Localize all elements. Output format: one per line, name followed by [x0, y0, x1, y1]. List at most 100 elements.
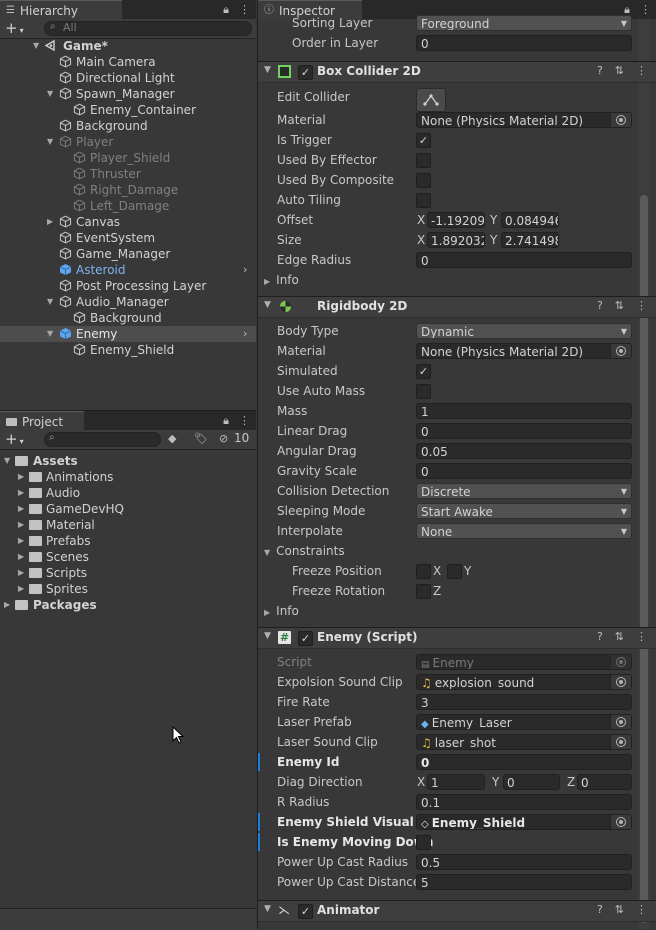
hierarchy-row[interactable]: Enemy_Container	[0, 102, 256, 118]
kebab-menu-icon[interactable]: ⋮	[636, 630, 647, 643]
constraints-foldout[interactable]: ▼ Constraints	[264, 542, 345, 560]
expanded-arrow-icon[interactable]: ▼	[47, 134, 53, 150]
sorting-layer-dropdown[interactable]: Foreground	[416, 15, 632, 31]
box-collider-info-foldout[interactable]: ▶ Info	[264, 271, 299, 289]
help-icon[interactable]: ?	[597, 630, 603, 643]
hierarchy-row[interactable]: Background	[0, 310, 256, 326]
fire-rate-input[interactable]: 3	[416, 694, 632, 710]
enemy-id-input[interactable]: 0	[416, 754, 632, 770]
collapsed-arrow-icon[interactable]: ▶	[18, 581, 24, 597]
hierarchy-row[interactable]: ▼ Enemy ›	[0, 326, 256, 342]
expanded-arrow-icon[interactable]: ▼	[4, 453, 10, 469]
help-icon[interactable]: ?	[597, 299, 603, 312]
size-x-input[interactable]: 1.892032	[427, 232, 485, 248]
hierarchy-row[interactable]: Enemy_Shield	[0, 342, 256, 358]
power-up-cast-distance-input[interactable]: 5	[416, 874, 632, 890]
project-folder-row[interactable]: ▶ Scenes	[0, 549, 256, 565]
hierarchy-row[interactable]: Thruster	[0, 166, 256, 182]
kebab-menu-icon[interactable]: ⋮	[636, 64, 647, 77]
rigidbody-info-foldout[interactable]: ▶ Info	[264, 602, 299, 620]
is-enemy-moving-down-checkbox[interactable]	[416, 835, 431, 850]
lock-icon[interactable]: 🔒︎	[223, 414, 229, 428]
box-collider-enabled-checkbox[interactable]: ✓	[298, 65, 313, 80]
collapsed-arrow-icon[interactable]: ▶	[18, 533, 24, 549]
help-icon[interactable]: ?	[597, 64, 603, 77]
order-in-layer-input[interactable]: 0	[416, 35, 632, 51]
kebab-menu-icon[interactable]: ⋮	[239, 414, 250, 427]
hierarchy-tab[interactable]: ☰ Hierarchy	[0, 0, 122, 20]
diag-y-input[interactable]: 0	[503, 774, 560, 790]
project-folder-row[interactable]: ▶ Sprites	[0, 581, 256, 597]
linear-drag-input[interactable]: 0	[416, 423, 632, 439]
preset-icon[interactable]: ⇅	[615, 903, 624, 916]
fold-arrow-icon[interactable]: ▼	[264, 904, 271, 914]
offset-x-input[interactable]: -1.19209	[427, 212, 485, 228]
project-tab[interactable]: Project	[0, 411, 84, 431]
fold-arrow-icon[interactable]: ▼	[264, 300, 271, 310]
used-by-composite-checkbox[interactable]	[416, 173, 431, 188]
collapsed-arrow-icon[interactable]: ▶	[18, 501, 24, 517]
laser-sound-field[interactable]: ♫ laser_shot	[416, 734, 632, 750]
enemy-script-enabled-checkbox[interactable]: ✓	[298, 631, 313, 646]
project-folder-row[interactable]: ▶ Prefabs	[0, 533, 256, 549]
freeze-position-x-checkbox[interactable]	[416, 564, 431, 579]
laser-prefab-field[interactable]: ◆ Enemy_Laser	[416, 714, 632, 730]
expanded-arrow-icon[interactable]: ▼	[47, 326, 53, 342]
collapsed-arrow-icon[interactable]: ▶	[18, 485, 24, 501]
simulated-checkbox[interactable]: ✓	[416, 364, 431, 379]
project-folder-row[interactable]: ▶ Material	[0, 517, 256, 533]
expanded-arrow-icon[interactable]: ▼	[33, 38, 39, 54]
hierarchy-row[interactable]: Post Processing Layer	[0, 278, 256, 294]
diag-z-input[interactable]: 0	[577, 774, 632, 790]
hierarchy-row[interactable]: ▼ Game*	[0, 38, 256, 54]
is-trigger-checkbox[interactable]: ✓	[416, 133, 431, 148]
hierarchy-row[interactable]: Main Camera	[0, 54, 256, 70]
hierarchy-row[interactable]: ▶ Canvas	[0, 214, 256, 230]
collapsed-arrow-icon[interactable]: ▶	[4, 597, 10, 613]
hierarchy-row[interactable]: Left_Damage	[0, 198, 256, 214]
rigidbody-header[interactable]: ▼ Rigidbody 2D ? ⇅ ⋮	[258, 296, 656, 318]
fold-arrow-icon[interactable]: ▼	[264, 631, 271, 641]
body-type-dropdown[interactable]: Dynamic	[416, 323, 632, 339]
freeze-position-y-checkbox[interactable]	[447, 564, 462, 579]
expanded-arrow-icon[interactable]: ▼	[47, 86, 53, 102]
sleeping-mode-dropdown[interactable]: Start Awake	[416, 503, 632, 519]
fold-arrow-icon[interactable]: ▼	[264, 65, 271, 75]
collapsed-arrow-icon[interactable]: ▶	[47, 214, 53, 230]
project-folder-row[interactable]: ▶ Audio	[0, 485, 256, 501]
hidden-packages-icon[interactable]: ⊘	[219, 432, 228, 445]
open-prefab-chevron-icon[interactable]: ›	[243, 262, 247, 278]
edge-radius-input[interactable]: 0	[416, 252, 632, 268]
add-object-button[interactable]: + ▾	[5, 19, 24, 40]
hierarchy-row[interactable]: Game_Manager	[0, 246, 256, 262]
hierarchy-row[interactable]: Background	[0, 118, 256, 134]
box-collider-header[interactable]: ▼ ✓ Box Collider 2D ? ⇅ ⋮	[258, 61, 656, 83]
box-material-field[interactable]: None (Physics Material 2D)	[416, 112, 632, 128]
object-picker-icon[interactable]	[610, 113, 631, 127]
preset-icon[interactable]: ⇅	[615, 64, 624, 77]
filter-by-type-icon[interactable]: ◆	[168, 432, 176, 445]
object-picker-icon[interactable]	[610, 715, 631, 729]
collapsed-arrow-icon[interactable]: ▶	[18, 549, 24, 565]
kebab-menu-icon[interactable]: ⋮	[636, 903, 647, 916]
hierarchy-row[interactable]: EventSystem	[0, 230, 256, 246]
offset-y-input[interactable]: 0.084946	[501, 212, 559, 228]
interpolate-dropdown[interactable]: None	[416, 523, 632, 539]
size-y-input[interactable]: 2.741498	[501, 232, 559, 248]
enemy-shield-visual-field[interactable]: ◇ Enemy_Shield	[416, 814, 632, 830]
project-search-input[interactable]: ⌕	[44, 432, 161, 447]
enemy-script-header[interactable]: ▼ # ✓ Enemy (Script) ? ⇅ ⋮	[258, 627, 656, 649]
preset-icon[interactable]: ⇅	[615, 299, 624, 312]
use-auto-mass-checkbox[interactable]	[416, 384, 431, 399]
diag-x-input[interactable]: 1	[427, 774, 485, 790]
project-folder-row[interactable]: ▼ Assets	[0, 453, 256, 469]
collapsed-arrow-icon[interactable]: ▶	[18, 565, 24, 581]
project-folder-row[interactable]: ▶ Packages	[0, 597, 256, 613]
animator-header[interactable]: ▼ ⋋ ✓ Animator ? ⇅ ⋮	[258, 900, 656, 922]
object-picker-icon[interactable]	[610, 344, 631, 358]
angular-drag-input[interactable]: 0.05	[416, 443, 632, 459]
filter-by-label-icon[interactable]: 🏷︎	[194, 432, 208, 445]
collapsed-arrow-icon[interactable]: ▶	[18, 469, 24, 485]
mass-input[interactable]: 1	[416, 403, 632, 419]
project-folder-row[interactable]: ▶ GameDevHQ	[0, 501, 256, 517]
